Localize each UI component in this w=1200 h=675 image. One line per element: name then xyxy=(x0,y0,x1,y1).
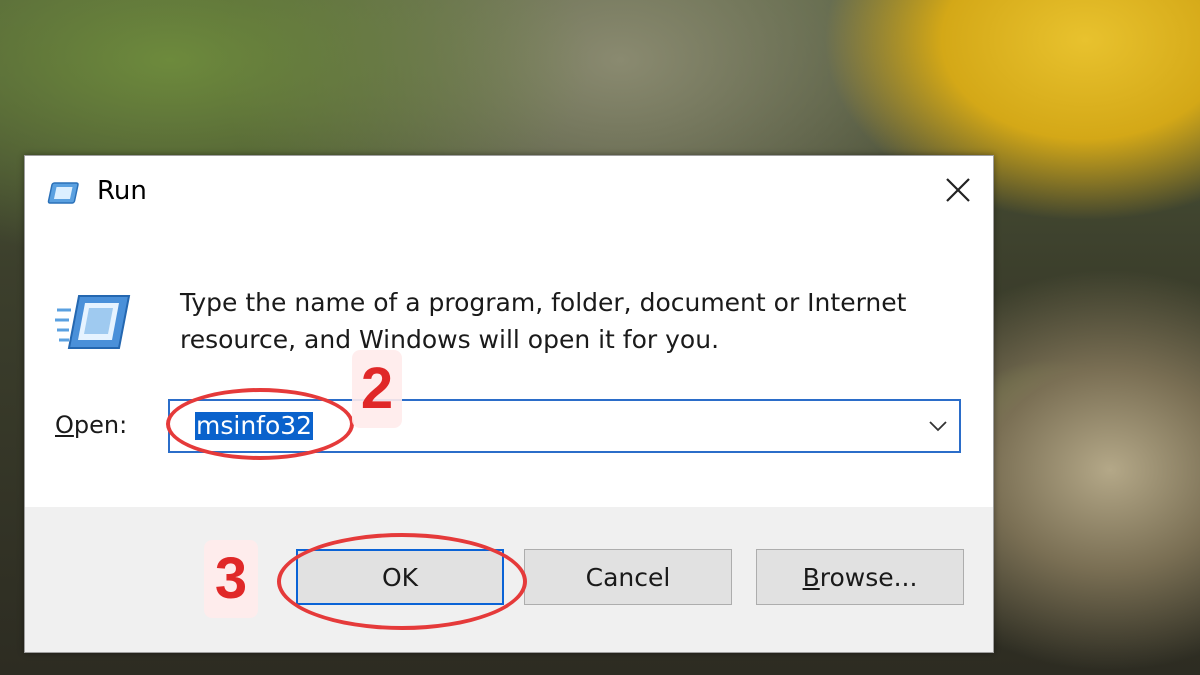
browse-label: rowse... xyxy=(819,562,918,592)
ok-button[interactable]: OK xyxy=(296,549,504,605)
dropdown-button[interactable] xyxy=(917,401,959,451)
open-label-mnemonic: O xyxy=(55,411,74,439)
annotation-step-2: 2 xyxy=(352,350,402,428)
chevron-down-icon xyxy=(929,417,947,436)
run-icon xyxy=(47,180,81,206)
open-label-text: pen: xyxy=(73,411,128,439)
open-label: Open: xyxy=(55,411,127,439)
close-icon xyxy=(945,177,971,207)
window-title: Run xyxy=(97,176,147,206)
instruction-text: Type the name of a program, folder, docu… xyxy=(180,288,907,354)
run-dialog: Run Type the name of a program, folder, … xyxy=(24,155,994,653)
browse-button[interactable]: Browse... xyxy=(756,549,964,605)
button-bar: OK Cancel Browse... xyxy=(25,507,993,652)
open-input-value: msinfo32 xyxy=(195,411,314,440)
close-button[interactable] xyxy=(923,166,993,218)
open-input[interactable]: msinfo32 xyxy=(168,399,961,453)
annotation-step-3: 3 xyxy=(204,540,258,618)
title-bar[interactable]: Run xyxy=(25,156,993,228)
run-program-icon xyxy=(55,292,131,352)
cancel-button[interactable]: Cancel xyxy=(524,549,732,605)
browse-mnemonic: B xyxy=(802,562,820,592)
